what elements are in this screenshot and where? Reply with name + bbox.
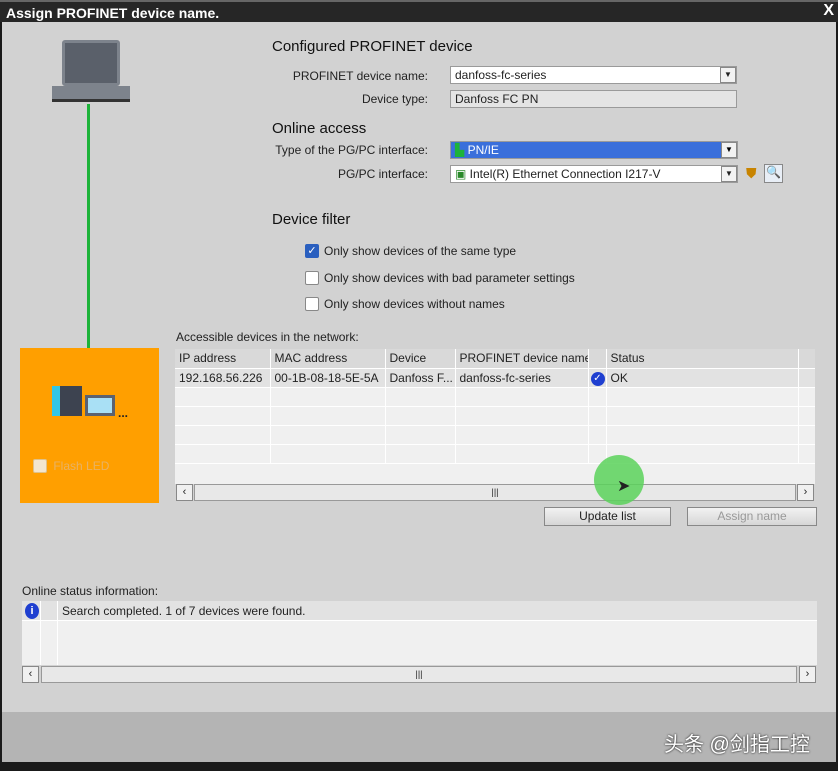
device-type-label: Device type: [361, 92, 428, 106]
flash-led-checkbox[interactable]: Flash LED [33, 458, 109, 473]
status-scrollbar[interactable]: ||| [41, 666, 797, 683]
filter-heading: Device filter [272, 211, 351, 228]
filter-no-names-checkbox[interactable]: Only show devices without names [305, 296, 505, 311]
network-icon: ▙ [455, 143, 468, 157]
table-row [175, 406, 815, 426]
update-list-button[interactable]: Update list [544, 507, 671, 526]
info-icon: i [25, 603, 39, 619]
status-list: i Search completed. 1 of 7 devices were … [22, 601, 817, 665]
table-row [175, 444, 815, 464]
table-row [175, 425, 815, 445]
configured-heading: Configured PROFINET device [272, 38, 473, 55]
shield-icon[interactable]: ⛊ [746, 165, 757, 182]
scroll-right-button[interactable]: › [797, 484, 814, 501]
scroll-left-button[interactable]: ‹ [176, 484, 193, 501]
device-icon: ... [52, 386, 132, 420]
status-message: i Search completed. 1 of 7 devices were … [22, 601, 817, 621]
device-type-field: Danfoss FC PN [450, 90, 737, 108]
close-icon[interactable]: X [823, 2, 834, 20]
table-row [175, 387, 815, 407]
window-title: Assign PROFINET device name. [6, 5, 220, 21]
nic-icon: ▣ [455, 167, 470, 181]
device-name-label: PROFINET device name: [292, 69, 428, 83]
filter-bad-params-checkbox[interactable]: Only show devices with bad parameter set… [305, 270, 575, 285]
pc-icon [52, 40, 130, 104]
chevron-down-icon: ▼ [720, 67, 736, 83]
filter-same-type-checkbox[interactable]: ✓ Only show devices of the same type [305, 243, 516, 258]
chevron-down-icon: ▼ [721, 142, 737, 158]
iface-type-select[interactable]: ▙ PN/IE ▼ [450, 141, 738, 159]
title-bar: Assign PROFINET device name. [0, 0, 838, 22]
device-panel [20, 348, 159, 503]
table-row[interactable]: 192.168.56.226 00-1B-08-18-5E-5A Danfoss F… [175, 368, 815, 388]
mouse-cursor-icon: ➤ [617, 478, 631, 495]
online-heading: Online access [272, 120, 367, 137]
chevron-down-icon: ▼ [721, 166, 737, 182]
status-scroll-left[interactable]: ‹ [22, 666, 39, 683]
search-icon[interactable]: 🔍 [764, 164, 783, 183]
devices-scrollbar[interactable]: ||| [194, 484, 796, 501]
device-name-select[interactable]: danfoss-fc-series ▼ [450, 66, 737, 84]
table-header: IP address MAC address Device PROFINET devi… [175, 349, 815, 369]
iface-label: PG/PC interface: [337, 167, 428, 181]
assign-name-button[interactable]: Assign name [687, 507, 817, 526]
iface-type-label: Type of the PG/PC interface: [275, 143, 428, 157]
watermark: 头条 @剑指工控 [664, 734, 810, 756]
status-caption: Online status information: [22, 584, 159, 598]
devices-caption: Accessible devices in the network: [176, 330, 359, 344]
ok-check-icon: ✓ [590, 371, 605, 386]
iface-select[interactable]: ▣ Intel(R) Ethernet Connection I217-V ▼ [450, 165, 738, 183]
devices-table: IP address MAC address Device PROFINET devi… [175, 349, 815, 484]
status-scroll-right[interactable]: › [799, 666, 816, 683]
